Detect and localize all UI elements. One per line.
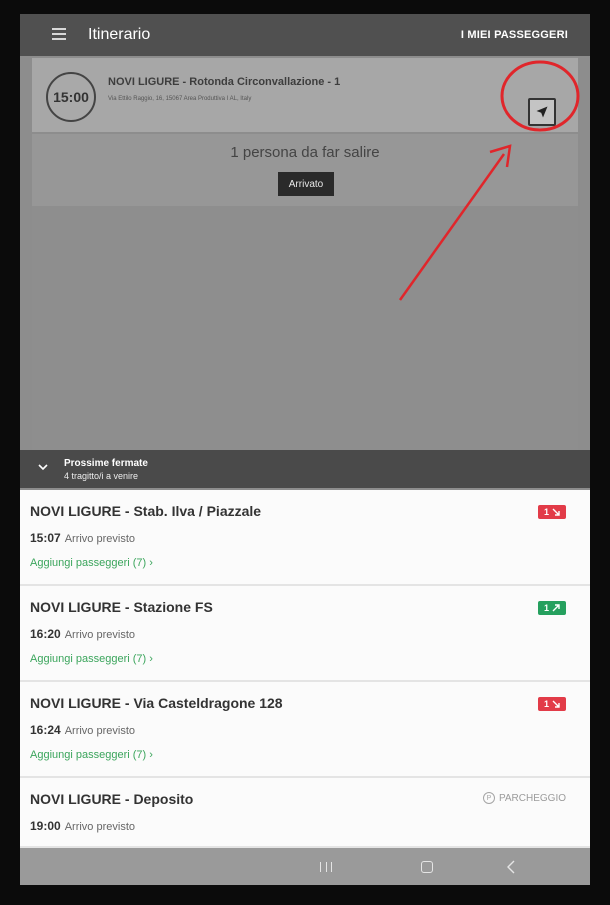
arrow-down-right-icon (552, 508, 560, 516)
stop-list: NOVI LIGURE - Stab. Ilva / Piazzale 1 15… (20, 490, 590, 850)
current-stop-time: 15:00 (46, 72, 96, 122)
parking-icon: P (482, 792, 495, 804)
stop-item-time-row: 16:20 Arrivo previsto (30, 627, 135, 641)
parking-tag: P PARCHEGGIO (482, 792, 566, 804)
stop-item-expected: Arrivo previsto (64, 725, 135, 737)
stop-item-time-row: 16:24 Arrivo previsto (30, 723, 135, 737)
system-nav-bar (20, 848, 590, 885)
app-bar: Itinerario I MIEI PASSEGGERI (20, 14, 590, 56)
current-stop-card: 15:00 NOVI LIGURE - Rotonda Circonvallaz… (32, 58, 578, 132)
stop-item-name: NOVI LIGURE - Deposito (30, 791, 194, 807)
stop-item[interactable]: NOVI LIGURE - Deposito P PARCHEGGIO 19:0… (20, 778, 590, 850)
my-passengers-link[interactable]: I MIEI PASSEGGERI (461, 29, 568, 41)
stop-item-time: 16:20 (30, 627, 61, 641)
stop-item-time: 19:00 (30, 819, 61, 833)
current-stop-address: Via Ettilo Raggio, 16, 15067 Area Produt… (108, 96, 252, 102)
dropoff-badge: 1 (537, 697, 566, 711)
arrow-down-right-icon (552, 700, 560, 708)
tablet-bezel: Itinerario I MIEI PASSEGGERI 15:00 NOVI … (0, 0, 610, 905)
next-stops-header[interactable]: Prossime fermate 4 tragitto/i a venire (20, 450, 590, 488)
stop-item-time-row: 19:00 Arrivo previsto (30, 819, 135, 833)
arrow-up-right-icon (552, 604, 560, 612)
parking-label: PARCHEGGIO (498, 792, 566, 804)
map-area[interactable] (32, 206, 578, 450)
navigate-button[interactable] (528, 98, 556, 126)
tablet-screen: Itinerario I MIEI PASSEGGERI 15:00 NOVI … (20, 14, 590, 885)
badge-count: 1 (543, 603, 549, 613)
stop-item[interactable]: NOVI LIGURE - Stab. Ilva / Piazzale 1 15… (20, 490, 590, 588)
stop-item-time: 16:24 (30, 723, 61, 737)
stop-item-name: NOVI LIGURE - Stab. Ilva / Piazzale (30, 503, 262, 519)
add-passengers-link[interactable]: Aggiungi passeggeri (7) › (30, 557, 153, 569)
stop-item[interactable]: NOVI LIGURE - Stazione FS 1 16:20 Arrivo … (20, 586, 590, 684)
stop-item-name: NOVI LIGURE - Via Casteldragone 128 (30, 695, 283, 711)
pickup-panel: 1 persona da far salire Arrivato (32, 134, 578, 206)
stop-item-expected: Arrivo previsto (64, 629, 135, 641)
stop-item-time: 15:07 (30, 531, 61, 545)
current-stop-name: NOVI LIGURE - Rotonda Circonvallazione -… (108, 76, 341, 88)
home-icon[interactable] (421, 861, 433, 873)
stop-item[interactable]: NOVI LIGURE - Via Casteldragone 128 1 16… (20, 682, 590, 780)
navigation-arrow-icon (536, 106, 548, 118)
dropoff-badge: 1 (537, 505, 566, 519)
add-passengers-link[interactable]: Aggiungi passeggeri (7) › (30, 749, 153, 761)
next-stops-title: Prossime fermate (64, 458, 148, 469)
stop-item-time-row: 15:07 Arrivo previsto (30, 531, 135, 545)
chevron-down-icon (38, 464, 48, 471)
pickup-badge: 1 (537, 601, 566, 615)
next-stops-subtitle: 4 tragitto/i a venire (64, 471, 139, 481)
stop-item-name: NOVI LIGURE - Stazione FS (30, 599, 213, 615)
hamburger-icon[interactable] (52, 28, 66, 40)
back-icon[interactable] (506, 860, 516, 874)
pickup-count-text: 1 persona da far salire (230, 144, 380, 161)
badge-count: 1 (543, 507, 549, 517)
page-title: Itinerario (88, 26, 151, 43)
stop-item-expected: Arrivo previsto (64, 533, 135, 545)
stop-item-expected: Arrivo previsto (64, 821, 135, 833)
arrived-button[interactable]: Arrivato (278, 172, 334, 196)
badge-count: 1 (543, 699, 549, 709)
recent-apps-icon[interactable] (320, 862, 332, 872)
add-passengers-link[interactable]: Aggiungi passeggeri (7) › (30, 653, 153, 665)
